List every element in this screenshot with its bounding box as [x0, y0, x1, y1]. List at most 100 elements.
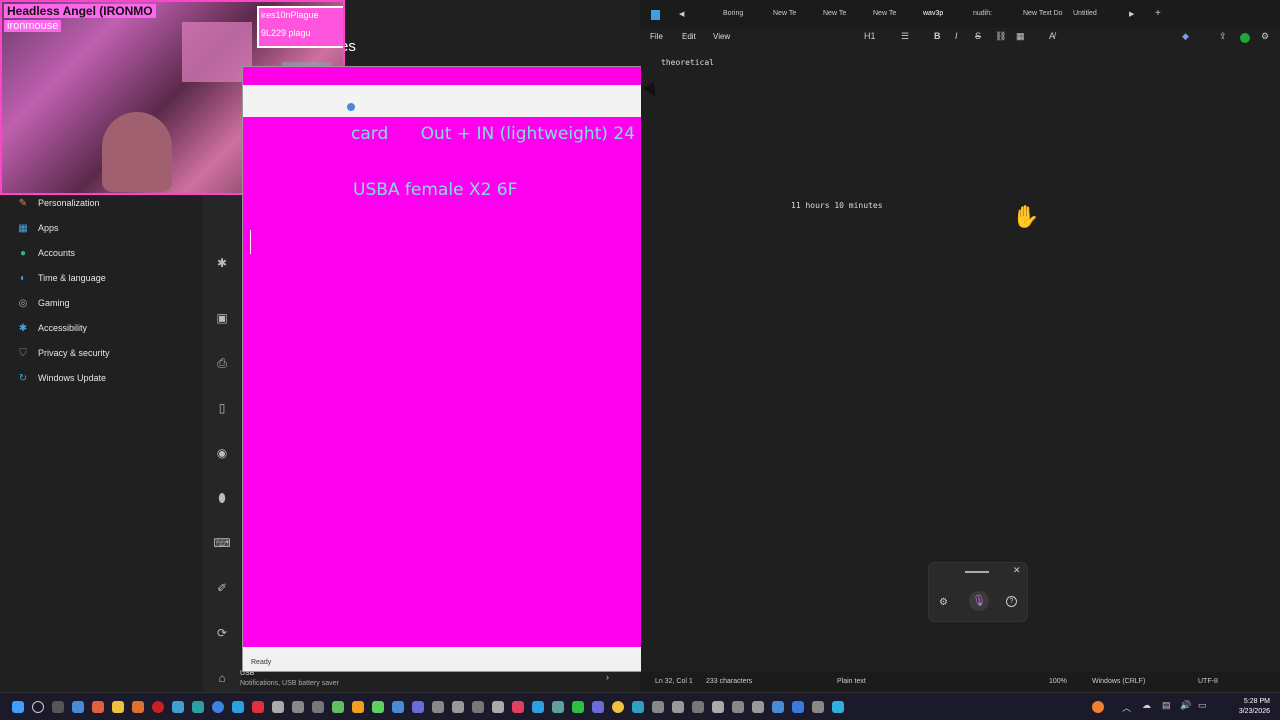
share-icon[interactable]: ⇪: [1219, 31, 1227, 42]
phone-icon[interactable]: ▯: [213, 399, 231, 417]
menu-edit[interactable]: Edit: [682, 32, 696, 41]
tab-2[interactable]: New Te: [773, 10, 796, 17]
app-icon[interactable]: [552, 701, 564, 713]
zoom-level[interactable]: 100%: [1049, 678, 1067, 685]
app-icon[interactable]: [392, 701, 404, 713]
drag-handle[interactable]: [965, 571, 989, 573]
line-ending[interactable]: Windows (CRLF): [1092, 678, 1145, 685]
app-icon[interactable]: [192, 701, 204, 713]
notification-badge-icon[interactable]: [1092, 701, 1104, 713]
usb-icon[interactable]: ⌂: [213, 669, 231, 687]
menu-file[interactable]: File: [650, 32, 663, 41]
heading-dropdown[interactable]: H1: [864, 31, 876, 41]
app-icon[interactable]: [812, 701, 824, 713]
chrome-icon[interactable]: [612, 701, 624, 713]
app-icon[interactable]: [232, 701, 244, 713]
app-icon[interactable]: [772, 701, 784, 713]
app-icon[interactable]: [292, 701, 304, 713]
close-icon[interactable]: ✕: [1013, 565, 1021, 576]
tab-7[interactable]: New Text Do: [1023, 10, 1063, 17]
app-icon[interactable]: [372, 701, 384, 713]
cloud-icon[interactable]: ☁: [1142, 700, 1151, 711]
encoding[interactable]: UTF-8: [1198, 678, 1218, 685]
app-icon[interactable]: [432, 701, 444, 713]
account-status-icon[interactable]: [1240, 33, 1250, 43]
new-tab-icon[interactable]: +: [1155, 8, 1161, 19]
app-icon[interactable]: [92, 701, 104, 713]
link-icon[interactable]: ⛓: [995, 31, 1006, 42]
list-icon[interactable]: ☰: [901, 31, 909, 42]
app-icon[interactable]: [532, 701, 544, 713]
printer-icon[interactable]: ⎙: [213, 354, 231, 372]
strikethrough-icon[interactable]: S: [975, 31, 981, 41]
italic-icon[interactable]: I: [955, 31, 958, 41]
chevron-up-icon[interactable]: ︿: [1122, 701, 1131, 714]
clear-format-icon[interactable]: A̸: [1049, 31, 1055, 41]
app-icon[interactable]: [652, 701, 664, 713]
tab-4[interactable]: New Te: [873, 10, 896, 17]
pen-icon[interactable]: ✐: [213, 579, 231, 597]
format-indicator[interactable]: Plain text: [837, 678, 866, 685]
app-icon[interactable]: [172, 701, 184, 713]
app-icon[interactable]: [472, 701, 484, 713]
app-icon[interactable]: [132, 701, 144, 713]
nav-personalization[interactable]: ✎ Personalization: [16, 192, 100, 214]
nav-accounts[interactable]: ● Accounts: [16, 242, 75, 264]
bold-icon[interactable]: B: [934, 31, 941, 41]
file-explorer-icon[interactable]: [112, 701, 124, 713]
nav-gaming[interactable]: ◎ Gaming: [16, 292, 70, 314]
network-icon[interactable]: ▤: [1162, 700, 1171, 711]
nav-accessibility[interactable]: ✱ Accessibility: [16, 317, 87, 339]
menu-view[interactable]: View: [713, 32, 730, 41]
app-icon[interactable]: [252, 701, 264, 713]
app-icon[interactable]: [312, 701, 324, 713]
app-icon[interactable]: [332, 701, 344, 713]
app-icon[interactable]: [792, 701, 804, 713]
tab-scroll-right-icon[interactable]: ▶: [1129, 10, 1134, 18]
gear-icon[interactable]: ⚙: [939, 597, 948, 608]
tab-3[interactable]: New Te: [823, 10, 846, 17]
camera-icon[interactable]: ◉: [213, 444, 231, 462]
notepad-taskbar-icon[interactable]: [572, 701, 584, 713]
nav-time-language[interactable]: ◐ Time & language: [16, 267, 106, 289]
help-icon[interactable]: [347, 103, 355, 111]
tab-scroll-left-icon[interactable]: ◀: [679, 10, 684, 18]
app-icon[interactable]: [412, 701, 424, 713]
tab-8[interactable]: Untitled: [1073, 10, 1097, 17]
mouse-icon[interactable]: ⬮: [213, 489, 231, 507]
app-icon[interactable]: [492, 701, 504, 713]
settings-icon[interactable]: [272, 701, 284, 713]
help-icon[interactable]: ?: [1006, 596, 1017, 607]
devices-icon[interactable]: ▣: [213, 309, 231, 327]
tab-active[interactable]: wav3p: [923, 10, 943, 17]
nav-apps[interactable]: ▦ Apps: [16, 217, 58, 239]
settings-gear-icon[interactable]: ⚙: [1261, 31, 1269, 42]
app-icon[interactable]: [692, 701, 704, 713]
nav-windows-update[interactable]: ↻ Windows Update: [16, 367, 106, 389]
nav-privacy-security[interactable]: ⛉ Privacy & security: [16, 342, 109, 364]
task-view-icon[interactable]: [52, 701, 64, 713]
app-icon[interactable]: [672, 701, 684, 713]
start-icon[interactable]: [12, 701, 24, 713]
autoplay-icon[interactable]: ⟳: [213, 624, 231, 642]
app-icon[interactable]: [452, 701, 464, 713]
tab-6[interactable]: nudih:: [973, 10, 992, 17]
app-icon[interactable]: [352, 701, 364, 713]
app-icon[interactable]: [752, 701, 764, 713]
copilot-icon[interactable]: ◆: [1182, 31, 1189, 42]
clock[interactable]: 5:28 PM 3/23/2026: [1239, 697, 1270, 717]
app-icon[interactable]: [712, 701, 724, 713]
app-icon[interactable]: [512, 701, 524, 713]
volume-icon[interactable]: 🔊: [1180, 700, 1191, 711]
widgets-icon[interactable]: [72, 701, 84, 713]
app-icon[interactable]: [152, 701, 164, 713]
app-icon[interactable]: [732, 701, 744, 713]
battery-icon[interactable]: ▭: [1198, 700, 1207, 711]
app-icon[interactable]: [632, 701, 644, 713]
app-icon[interactable]: [832, 701, 844, 713]
tab-1[interactable]: Boring: [723, 10, 743, 17]
table-icon[interactable]: ▦: [1016, 31, 1025, 42]
bluetooth-icon[interactable]: ✱: [213, 254, 231, 272]
keyboard-icon[interactable]: ⌨: [213, 534, 231, 552]
microphone-icon[interactable]: 🎙: [969, 591, 989, 611]
